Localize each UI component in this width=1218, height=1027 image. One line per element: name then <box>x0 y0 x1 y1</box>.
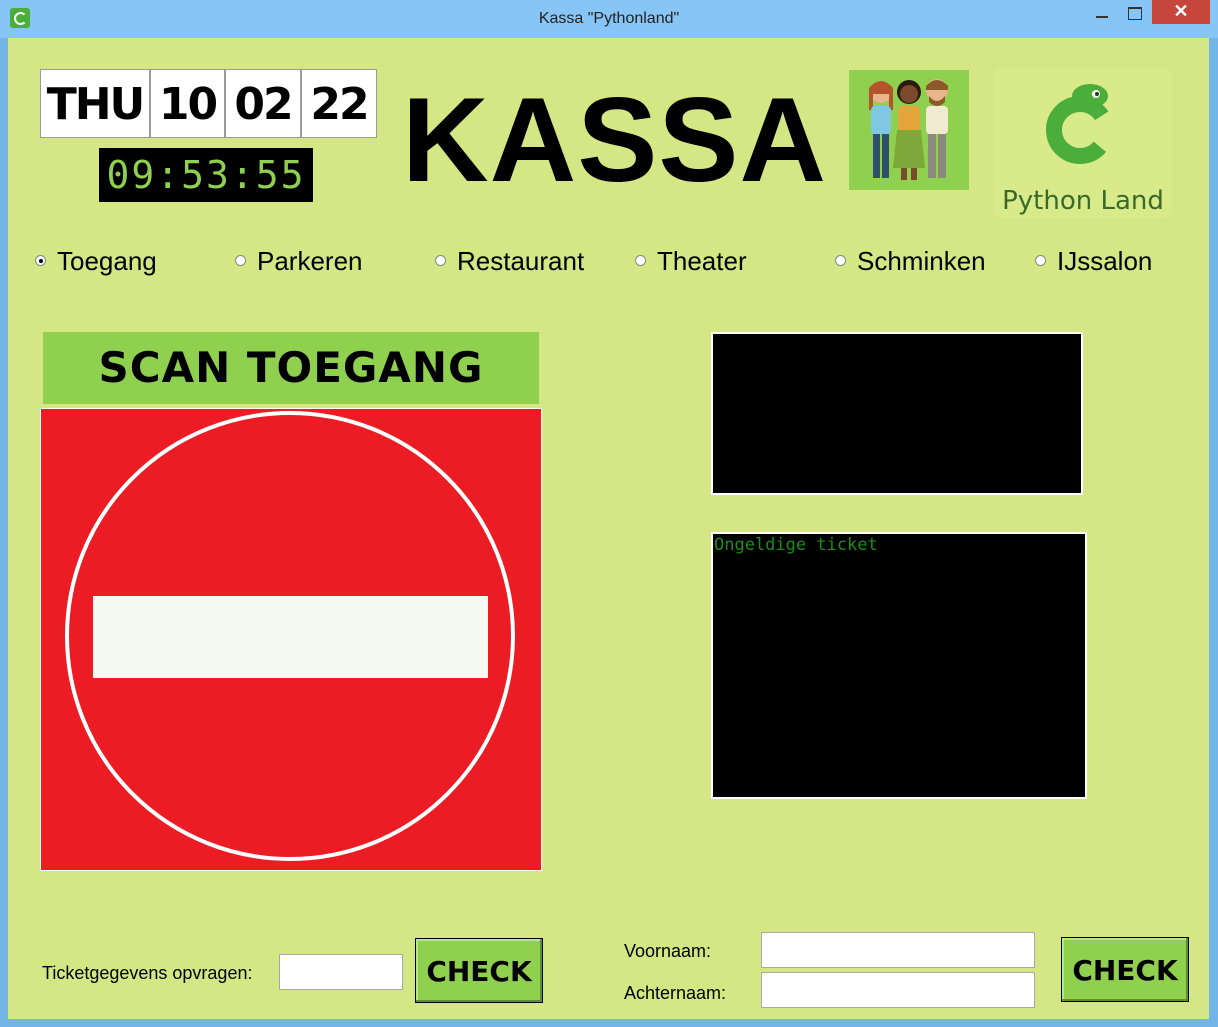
status-screen: Ongeldige ticket <box>711 532 1087 799</box>
close-icon: ✕ <box>1173 1 1189 21</box>
main-window: THU 10 02 22 09:53:55 KASSA Python Land … <box>8 38 1209 1019</box>
ticket-label: Ticketgegevens opvragen: <box>42 963 253 983</box>
radio-label: Restaurant <box>457 246 585 276</box>
people-illustration <box>849 70 969 190</box>
radio-icon[interactable] <box>1035 255 1046 266</box>
title-bar: Kassa "Pythonland" ✕ <box>0 0 1218 38</box>
no-entry-icon <box>65 411 515 861</box>
close-button[interactable]: ✕ <box>1152 0 1210 24</box>
page-title: KASSA <box>402 73 828 207</box>
check-name-button[interactable]: CHECK <box>1061 937 1189 1002</box>
radio-icon[interactable] <box>835 255 846 266</box>
snake-logo-icon <box>1046 84 1114 164</box>
day-display: THU <box>40 69 150 138</box>
scan-title: SCAN TOEGANG <box>43 332 539 404</box>
radio-selected-icon[interactable] <box>35 255 46 266</box>
minimize-button[interactable] <box>1086 0 1120 24</box>
python-land-logo: Python Land <box>994 68 1172 218</box>
info-screen <box>711 332 1083 495</box>
maximize-button[interactable] <box>1120 0 1150 24</box>
radio-label: Theater <box>657 246 747 276</box>
status-message: Ongeldige ticket <box>714 535 878 555</box>
firstname-label: Voornaam: <box>624 941 712 961</box>
radio-label: Toegang <box>57 246 157 276</box>
firstname-input[interactable] <box>761 932 1035 968</box>
date-year-display: 22 <box>301 69 377 138</box>
people-icon <box>869 79 948 180</box>
radio-label: IJssalon <box>1057 246 1153 276</box>
ticket-input[interactable] <box>279 954 403 990</box>
radio-label: Schminken <box>857 246 986 276</box>
radio-icon[interactable] <box>235 255 246 266</box>
radio-icon[interactable] <box>435 255 446 266</box>
check-ticket-button[interactable]: CHECK <box>415 938 543 1003</box>
logo-text: Python Land <box>1002 186 1164 216</box>
radio-label: Parkeren <box>257 246 363 276</box>
window-title: Kassa "Pythonland" <box>538 10 680 27</box>
lastname-input[interactable] <box>761 972 1035 1008</box>
radio-icon[interactable] <box>635 255 646 266</box>
date-day-display: 10 <box>150 69 225 138</box>
date-month-display: 02 <box>225 69 301 138</box>
no-entry-sign <box>40 408 542 871</box>
clock-display: 09:53:55 <box>99 148 313 202</box>
lastname-label: Achternaam: <box>624 983 727 1003</box>
